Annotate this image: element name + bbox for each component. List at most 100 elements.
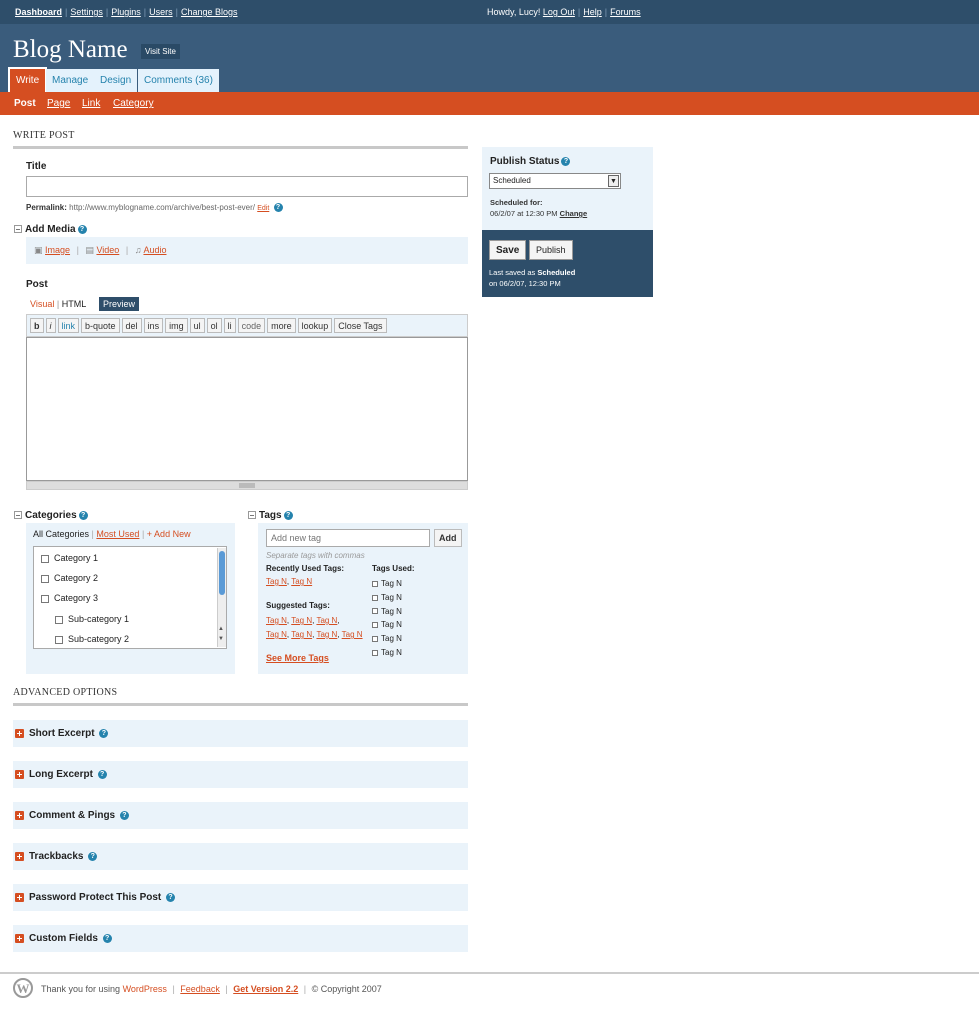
nav-change-blogs-link[interactable]: Change Blogs (181, 7, 238, 17)
close-tags-button[interactable]: Close Tags (334, 318, 387, 333)
resize-handle[interactable] (239, 483, 255, 488)
publish-button[interactable]: Publish (529, 240, 573, 260)
feedback-link[interactable]: Feedback (180, 984, 220, 994)
tag-link[interactable]: Tag N (291, 630, 312, 639)
category-checkbox[interactable] (41, 594, 49, 603)
link-button[interactable]: link (57, 318, 80, 333)
list-item[interactable]: Tag N (372, 646, 402, 660)
category-scrollbar[interactable]: ▲ ▼ (217, 548, 226, 647)
help-icon[interactable]: ? (77, 224, 87, 234)
save-button[interactable]: Save (489, 240, 527, 260)
ul-button[interactable]: ul (189, 318, 205, 333)
change-schedule-link[interactable]: Change (560, 209, 588, 218)
collapse-icon[interactable] (248, 511, 256, 520)
ins-button[interactable]: ins (143, 318, 164, 333)
advanced-comment-pings[interactable]: Comment & Pings ? (13, 802, 468, 829)
advanced-trackbacks[interactable]: Trackbacks ? (13, 843, 468, 870)
add-tag-button[interactable]: Add (434, 529, 462, 547)
list-item[interactable]: Tag N (372, 577, 402, 591)
category-checkbox[interactable] (55, 615, 63, 624)
list-item[interactable]: Tag N (372, 632, 402, 646)
img-button[interactable]: img (165, 318, 188, 333)
list-item[interactable]: Tag N (372, 591, 402, 605)
bold-button[interactable]: b (30, 318, 44, 333)
tag-link[interactable]: Tag N (342, 630, 363, 639)
help-icon[interactable]: ? (561, 156, 571, 166)
help-icon[interactable]: ? (78, 510, 88, 520)
tag-link[interactable]: Tag N (291, 577, 312, 586)
tab-comments[interactable]: Comments (36) (138, 69, 219, 92)
category-checkbox[interactable] (41, 554, 49, 563)
tab-visual[interactable]: Visual (30, 299, 54, 309)
more-button[interactable]: more (267, 318, 296, 333)
expand-icon[interactable] (15, 893, 24, 902)
add-video-link[interactable]: Video (96, 245, 119, 255)
add-image-link[interactable]: Image (45, 245, 70, 255)
tag-link[interactable]: Tag N (316, 616, 337, 625)
tag-checkbox[interactable] (372, 580, 378, 587)
tab-design[interactable]: Design (94, 69, 138, 92)
blockquote-button[interactable]: b-quote (81, 318, 120, 333)
wordpress-link[interactable]: WordPress (123, 984, 167, 994)
li-button[interactable]: li (223, 318, 236, 333)
italic-button[interactable]: i (45, 318, 56, 333)
new-tag-input[interactable] (266, 529, 430, 547)
nav-dashboard-link[interactable]: Dashboard (15, 7, 62, 17)
preview-button[interactable]: Preview (99, 297, 140, 311)
subnav-page[interactable]: Page (47, 98, 70, 109)
expand-icon[interactable] (15, 729, 24, 738)
most-used-tab[interactable]: Most Used (96, 529, 139, 539)
help-icon[interactable]: ? (88, 851, 98, 861)
list-item[interactable]: Tag N (372, 605, 402, 619)
tag-link[interactable]: Tag N (316, 630, 337, 639)
expand-icon[interactable] (15, 852, 24, 861)
advanced-password-protect[interactable]: Password Protect This Post ? (13, 884, 468, 911)
title-input[interactable] (26, 176, 468, 197)
category-checkbox[interactable] (55, 635, 63, 644)
list-item[interactable]: Sub-category 2 (55, 634, 129, 644)
advanced-short-excerpt[interactable]: Short Excerpt ? (13, 720, 468, 747)
tab-manage[interactable]: Manage (46, 69, 95, 92)
wordpress-logo-icon[interactable]: W (13, 978, 33, 998)
tab-html[interactable]: HTML (62, 299, 87, 309)
collapse-icon[interactable] (14, 511, 22, 520)
expand-icon[interactable] (15, 934, 24, 943)
add-new-category-link[interactable]: + Add New (147, 529, 191, 539)
tag-checkbox[interactable] (372, 608, 378, 615)
list-item[interactable]: Sub-category 1 (55, 614, 129, 624)
help-icon[interactable]: ? (102, 933, 112, 943)
forums-link[interactable]: Forums (610, 7, 641, 17)
subnav-link[interactable]: Link (82, 98, 100, 109)
chevron-down-icon[interactable]: ▼ (608, 175, 619, 187)
see-more-tags-link[interactable]: See More Tags (266, 653, 329, 663)
help-icon[interactable]: ? (99, 728, 109, 738)
tab-write[interactable]: Write (8, 67, 48, 92)
expand-icon[interactable] (15, 811, 24, 820)
subnav-category[interactable]: Category (113, 98, 154, 109)
help-icon[interactable]: ? (273, 203, 283, 213)
editor-resize-bar[interactable] (26, 481, 468, 490)
permalink-edit-link[interactable]: Edit (257, 205, 269, 212)
tag-checkbox[interactable] (372, 649, 378, 656)
all-categories-tab[interactable]: All Categories (33, 529, 89, 539)
help-icon[interactable]: ? (119, 810, 129, 820)
scroll-down-icon[interactable]: ▼ (218, 636, 224, 642)
nav-settings-link[interactable]: Settings (70, 7, 103, 17)
help-icon[interactable]: ? (97, 769, 107, 779)
list-item[interactable]: Tag N (372, 618, 402, 632)
list-item[interactable]: Category 2 (41, 573, 98, 583)
scroll-up-icon[interactable]: ▲ (218, 626, 224, 632)
subnav-post[interactable]: Post (14, 98, 36, 109)
nav-users-link[interactable]: Users (149, 7, 173, 17)
category-checkbox[interactable] (41, 574, 49, 583)
advanced-long-excerpt[interactable]: Long Excerpt ? (13, 761, 468, 788)
list-item[interactable]: Category 1 (41, 553, 98, 563)
help-link[interactable]: Help (583, 7, 602, 17)
help-icon[interactable]: ? (166, 892, 176, 902)
list-item[interactable]: Category 3 (41, 593, 98, 603)
ol-button[interactable]: ol (206, 318, 222, 333)
tag-link[interactable]: Tag N (266, 616, 287, 625)
logout-link[interactable]: Log Out (543, 7, 575, 17)
visit-site-button[interactable]: Visit Site (141, 44, 180, 59)
tag-checkbox[interactable] (372, 636, 378, 643)
